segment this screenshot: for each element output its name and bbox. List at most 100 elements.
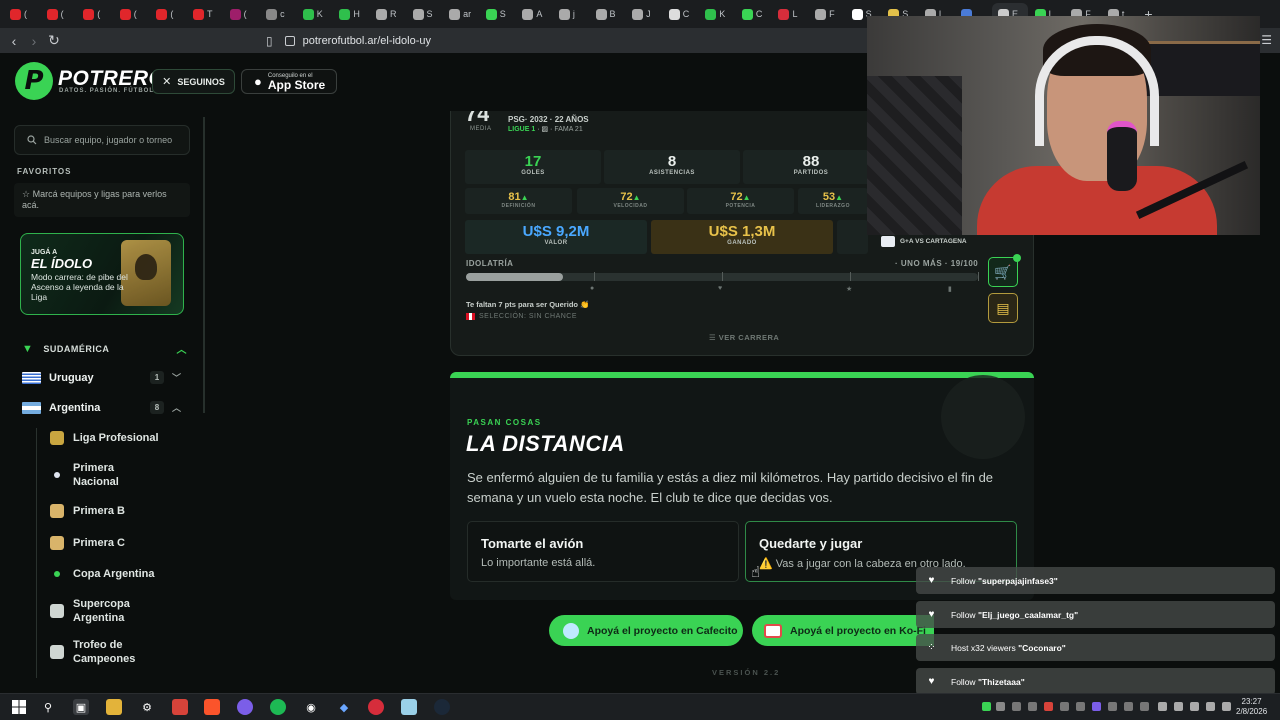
- stat-block: 72▲ VELOCIDAD: [577, 188, 684, 214]
- browser-tab[interactable]: F: [809, 3, 845, 25]
- tray-icon[interactable]: [1140, 702, 1149, 711]
- address-bar-url[interactable]: potrerofutbol.ar/el-idolo-uy: [303, 35, 431, 47]
- country-uruguay[interactable]: Uruguay 1 ﹀: [22, 369, 187, 387]
- alert-prefix: Host x32 viewers: [951, 642, 1019, 653]
- league-item[interactable]: Copa Argentina: [50, 567, 185, 581]
- browser-tab[interactable]: (: [4, 3, 40, 25]
- league-item[interactable]: Primera Nacional: [50, 461, 185, 489]
- tray-icon[interactable]: [1076, 702, 1085, 711]
- tray-icon[interactable]: [1012, 702, 1021, 711]
- event-kicker: PASAN COSAS: [467, 418, 542, 427]
- potrero-logo-icon[interactable]: P: [15, 62, 53, 100]
- tray-icon[interactable]: [1092, 702, 1101, 711]
- tray-icon[interactable]: [996, 702, 1005, 711]
- browser-tab[interactable]: C: [663, 3, 699, 25]
- app-icon[interactable]: [401, 699, 417, 715]
- tray-icon[interactable]: [982, 702, 991, 711]
- sidebar-scrollbar[interactable]: [203, 117, 205, 413]
- league-item[interactable]: Supercopa Argentina: [50, 597, 185, 625]
- browser-tab[interactable]: ar: [443, 3, 479, 25]
- reload-icon[interactable]: ↻: [44, 32, 64, 49]
- discord-icon[interactable]: [237, 699, 253, 715]
- windows-start-icon[interactable]: [11, 699, 27, 715]
- tray-icon[interactable]: [1060, 702, 1069, 711]
- browser-menu-icon[interactable]: ☰: [1261, 33, 1272, 47]
- back-icon[interactable]: ‹: [4, 33, 24, 49]
- browser-tab[interactable]: c: [260, 3, 296, 25]
- browser-tab[interactable]: (: [114, 3, 150, 25]
- browser-tab[interactable]: A: [516, 3, 552, 25]
- browser-tab[interactable]: B: [590, 3, 626, 25]
- search-icon[interactable]: ⚲: [40, 699, 56, 715]
- app-icon[interactable]: ◆: [336, 699, 352, 715]
- league-item[interactable]: Primera C: [50, 536, 185, 550]
- shop-cart-button[interactable]: 🛒: [988, 257, 1018, 287]
- browser-tab[interactable]: (: [77, 3, 113, 25]
- steam-icon[interactable]: [434, 699, 450, 715]
- tab-favicon-icon: [192, 8, 204, 20]
- brave-icon[interactable]: [204, 699, 220, 715]
- browser-tab[interactable]: j: [553, 3, 589, 25]
- region-sudamerica[interactable]: ▼ SUDAMÉRICA ︿: [22, 341, 187, 357]
- tab-favicon-icon: [302, 8, 314, 20]
- language-icon[interactable]: [1222, 702, 1231, 711]
- browser-tab[interactable]: (: [150, 3, 186, 25]
- task-view-icon[interactable]: ▣: [73, 699, 89, 715]
- search-box[interactable]: [14, 125, 190, 155]
- browser-tab[interactable]: K: [699, 3, 735, 25]
- browser-tab[interactable]: (: [224, 3, 260, 25]
- file-explorer-icon[interactable]: [106, 699, 122, 715]
- browser-tab[interactable]: J: [626, 3, 662, 25]
- browser-tab[interactable]: C: [736, 3, 772, 25]
- app-store-button[interactable]: ● Conseguilo en el App Store: [241, 69, 337, 94]
- follow-button[interactable]: ✕ SEGUINOS: [152, 69, 235, 94]
- stat-label: DEFINICIÓN: [501, 203, 536, 209]
- cafecito-button[interactable]: Apoyá el proyecto en Cafecito: [549, 615, 743, 646]
- milestone-tick: [850, 272, 851, 281]
- browser-tab[interactable]: K: [297, 3, 333, 25]
- app-icon[interactable]: [368, 699, 384, 715]
- tab-favicon-icon: [449, 8, 461, 20]
- tab-favicon-icon: [815, 8, 827, 20]
- tab-label: K: [316, 9, 323, 19]
- league-item[interactable]: Primera B: [50, 504, 185, 518]
- inventory-button[interactable]: ▤: [988, 293, 1018, 323]
- heart-icon: ♥: [928, 676, 935, 687]
- tab-favicon-icon: [558, 8, 570, 20]
- tray-icon[interactable]: [1124, 702, 1133, 711]
- browser-tab[interactable]: H: [333, 3, 369, 25]
- tray-icon[interactable]: [1028, 702, 1037, 711]
- bookmark-icon[interactable]: ▯: [266, 34, 273, 48]
- wifi-icon[interactable]: [1158, 702, 1167, 711]
- browser-tab[interactable]: S: [480, 3, 516, 25]
- search-input[interactable]: [44, 135, 184, 145]
- volume-icon[interactable]: [1190, 702, 1199, 711]
- league-crest-icon: [50, 504, 64, 518]
- browser-tab[interactable]: T: [187, 3, 223, 25]
- browser-tab[interactable]: R: [370, 3, 406, 25]
- ver-carrera-link[interactable]: ☰ VER CARRERA: [709, 333, 779, 342]
- forward-icon[interactable]: ›: [24, 33, 44, 49]
- obs-icon[interactable]: ◉: [303, 699, 319, 715]
- region-label: SUDAMÉRICA: [43, 344, 110, 354]
- taskbar-clock[interactable]: 23:27 2/8/2026: [1236, 697, 1267, 717]
- league-item[interactable]: Trofeo de Campeones: [50, 638, 185, 666]
- el-idolo-promo-card[interactable]: JUGÁ A EL ÍDOLO Modo carrera: de pibe de…: [20, 233, 184, 315]
- kofi-cup-icon: [764, 623, 782, 638]
- option-tomarte-el-avion[interactable]: Tomarte el avión Lo importante está allá…: [467, 521, 739, 582]
- browser-tab[interactable]: S: [407, 3, 443, 25]
- league-item[interactable]: Liga Profesional: [50, 431, 185, 445]
- tray-icon[interactable]: [1108, 702, 1117, 711]
- site-info-icon[interactable]: [284, 35, 295, 46]
- spotify-icon[interactable]: [270, 699, 286, 715]
- browser-tab[interactable]: (: [41, 3, 77, 25]
- settings-icon[interactable]: ⚙: [139, 699, 155, 715]
- country-argentina[interactable]: Argentina 8 ︿: [22, 399, 187, 417]
- kofi-button[interactable]: Apoyá el proyecto en Ko-Fi: [752, 615, 934, 646]
- tray-icon[interactable]: [1044, 702, 1053, 711]
- battery-icon[interactable]: [1206, 702, 1215, 711]
- stat-value: 53▲: [798, 191, 868, 203]
- browser-tab[interactable]: L: [772, 3, 808, 25]
- app-icon[interactable]: [172, 699, 188, 715]
- network-icon[interactable]: [1174, 702, 1183, 711]
